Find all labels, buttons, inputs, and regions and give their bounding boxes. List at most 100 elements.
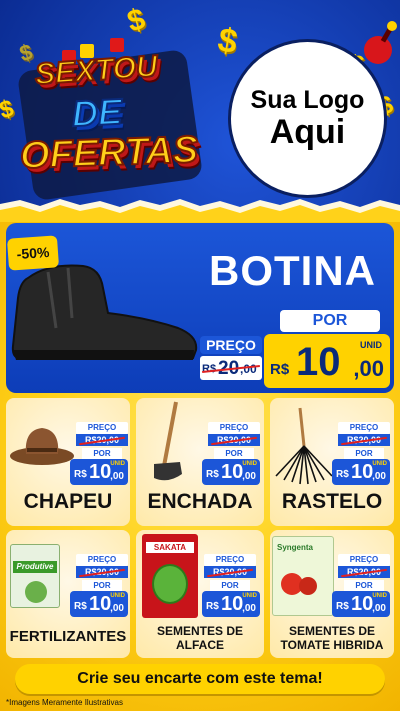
old-price: R$20,00 — [208, 434, 260, 446]
brand-logo-line2: Aqui — [269, 113, 346, 152]
hero-new-dec: ,00 — [353, 356, 384, 381]
por-label: POR — [210, 580, 250, 591]
product-name: CHAPEU — [23, 490, 113, 513]
price-int: 10 — [89, 461, 112, 483]
por-label: POR — [82, 580, 122, 591]
por-label: POR — [344, 580, 384, 591]
hoe-icon — [154, 401, 182, 481]
unid-label: UNID — [372, 461, 387, 467]
brand-logo-placeholder[interactable]: Sua Logo Aqui — [231, 42, 384, 195]
product-name: SEMENTES DE TOMATE HIBRIDA — [270, 624, 394, 652]
price-dec: ,00 — [372, 603, 386, 614]
pack-brand: Produtive — [13, 561, 57, 573]
dollar-icon: $ — [16, 38, 36, 67]
preco-label: PREÇO — [76, 422, 128, 434]
price-dec: ,00 — [372, 471, 386, 482]
hero-unid-label: UNID — [360, 340, 382, 350]
product-card-sementes-alface[interactable]: SAKATA PREÇO R$20,00 POR R$ 10 UNID ,00 … — [136, 530, 264, 658]
hero-por-label: POR — [280, 310, 380, 332]
product-card-enchada[interactable]: PREÇO R$20,00 POR R$ 10 UNID ,00 ENCHADA — [136, 398, 264, 526]
dollar-icon: $ — [214, 20, 241, 62]
old-price: R$20,00 — [76, 566, 128, 578]
new-price: R$ 10 UNID ,00 — [70, 459, 128, 485]
logo-word-de: DE — [70, 90, 124, 136]
new-price: R$ 10 UNID ,00 — [202, 459, 260, 485]
unid-label: UNID — [242, 593, 257, 599]
discount-badge: -50% — [6, 235, 60, 271]
preco-label: PREÇO — [208, 422, 260, 434]
hero-old-dec: ,00 — [240, 362, 257, 376]
product-name: SEMENTES DE ALFACE — [136, 624, 264, 652]
brand-logo-line1: Sua Logo — [250, 86, 365, 115]
price-int: 10 — [351, 593, 374, 615]
tomato-seed-packet-icon: Syngenta — [272, 536, 334, 616]
unid-label: UNID — [110, 461, 125, 467]
product-name-line2: TOMATE HIBRIDA — [280, 638, 384, 652]
disclaimer-note: *Imagens Meramente Ilustrativas — [6, 698, 123, 707]
product-name-line1: SEMENTES DE — [288, 624, 375, 638]
currency: R$ — [206, 601, 219, 612]
tomato-icon — [299, 577, 317, 595]
hat-icon — [10, 428, 74, 465]
product-name: RASTELO — [281, 490, 383, 513]
boot-icon — [11, 264, 198, 360]
currency: R$ — [336, 601, 349, 612]
preco-label: PREÇO — [204, 554, 256, 566]
hero-old-price: R$ 20 ,00 — [200, 356, 262, 380]
price-int: 10 — [89, 593, 112, 615]
product-card-chapeu[interactable]: PREÇO R$20,00 POR R$ 10 UNID ,00 CHAPEU — [6, 398, 130, 526]
new-price: R$ 10 UNID ,00 — [332, 591, 390, 617]
old-price: R$20,00 — [204, 566, 256, 578]
create-flyer-button[interactable]: Crie seu encarte com este tema! — [15, 664, 385, 694]
product-name-line2: ALFACE — [176, 638, 224, 652]
price-int: 10 — [351, 461, 374, 483]
plant-icon — [25, 581, 47, 603]
new-price: R$ 10 UNID ,00 — [332, 459, 390, 485]
product-name: ENCHADA — [147, 490, 253, 513]
por-label: POR — [214, 448, 254, 459]
seed-packet-icon: SAKATA — [142, 534, 198, 618]
currency: R$ — [206, 469, 219, 480]
preco-label: PREÇO — [338, 422, 390, 434]
new-price: R$ 10 UNID ,00 — [70, 591, 128, 617]
product-card-fertilizantes[interactable]: Produtive PREÇO R$20,00 POR R$ 10 UNID ,… — [6, 530, 130, 658]
product-name: FERTILIZANTES — [9, 628, 127, 645]
fertilizer-bag-icon: Produtive — [10, 544, 60, 608]
firecracker-icon — [364, 21, 397, 64]
hero-new-price: R$ 10 UNID ,00 — [264, 334, 390, 388]
hero-preco-label: PREÇO — [200, 336, 262, 354]
old-price: R$20,00 — [338, 566, 390, 578]
hero-product-title: BOTINA — [209, 247, 376, 294]
preco-label: PREÇO — [338, 554, 390, 566]
rake-icon — [275, 407, 333, 485]
price-dec: ,00 — [242, 603, 256, 614]
product-card-sementes-tomate[interactable]: Syngenta PREÇO R$20,00 POR R$ 10 UNID ,0… — [270, 530, 394, 658]
flyer-page: { "header": { "logo_line1": "SEXTOU", "l… — [0, 0, 400, 711]
unid-label: UNID — [372, 593, 387, 599]
logo-word-ofertas: OFERTAS — [18, 128, 199, 178]
dollar-icon: $ — [0, 94, 17, 125]
pack-brand: SAKATA — [146, 542, 194, 553]
dollar-icon: $ — [123, 2, 149, 39]
preco-label: PREÇO — [76, 554, 128, 566]
price-int: 10 — [221, 593, 244, 615]
lettuce-icon — [152, 564, 188, 604]
unid-label: UNID — [110, 593, 125, 599]
price-dec: ,00 — [110, 471, 124, 482]
price-int: 10 — [221, 461, 244, 483]
unid-label: UNID — [242, 461, 257, 467]
old-price: R$20,00 — [76, 434, 128, 446]
gift-icon — [110, 38, 124, 52]
old-price: R$20,00 — [338, 434, 390, 446]
price-dec: ,00 — [110, 603, 124, 614]
hero-new-currency: R$ — [270, 361, 290, 378]
torn-paper-divider — [0, 199, 400, 222]
currency: R$ — [74, 469, 87, 480]
currency: R$ — [336, 469, 349, 480]
pack-brand: Syngenta — [277, 543, 314, 552]
product-card-rastelo[interactable]: PREÇO R$20,00 POR R$ 10 UNID ,00 RASTELO — [270, 398, 394, 526]
new-price: R$ 10 UNID ,00 — [202, 591, 260, 617]
product-name-line1: SEMENTES DE — [156, 624, 243, 638]
por-label: POR — [82, 448, 122, 459]
por-label: POR — [344, 448, 384, 459]
